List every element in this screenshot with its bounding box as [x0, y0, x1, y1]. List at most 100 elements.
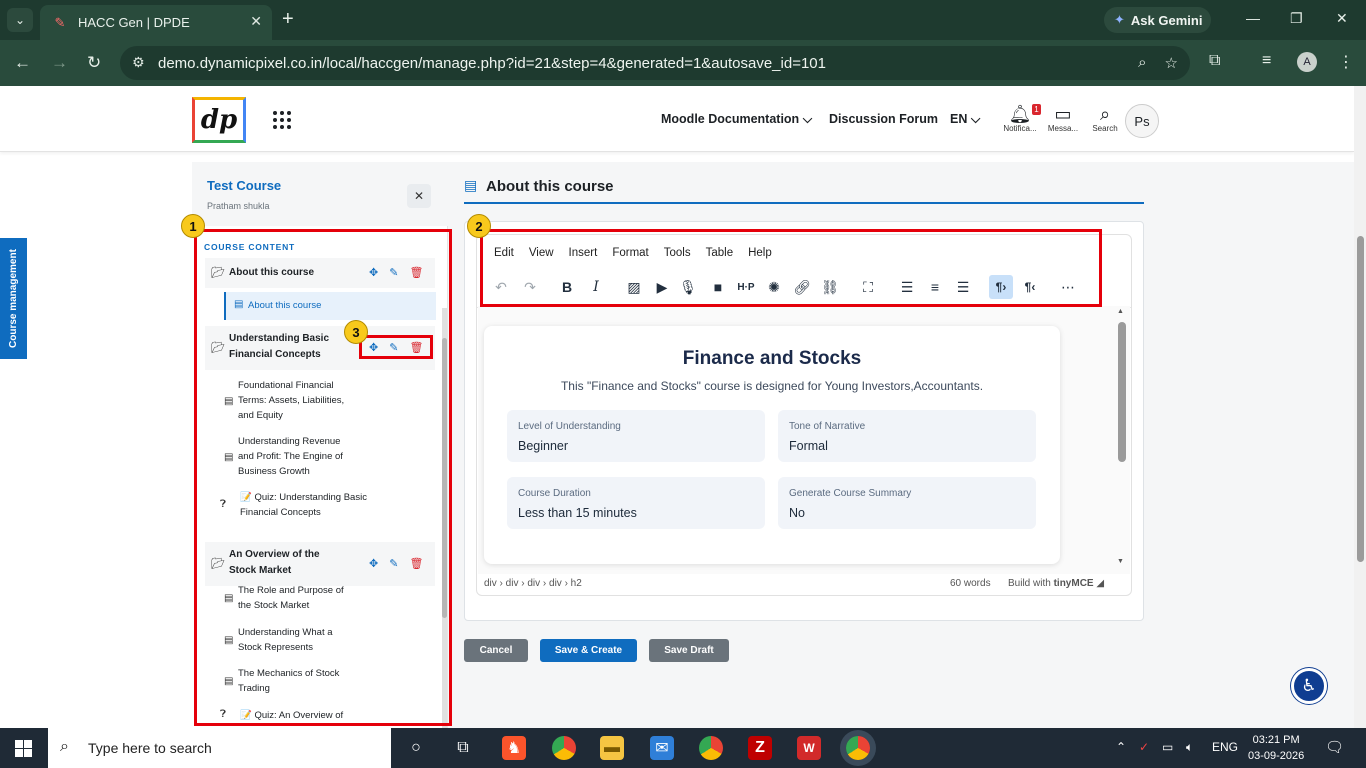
- field-value: Beginner: [518, 439, 569, 453]
- brave-browser-icon[interactable]: ♞: [502, 736, 526, 760]
- accessibility-icon: ♿︎: [1301, 676, 1317, 695]
- minimize-icon[interactable]: —: [1246, 10, 1260, 26]
- reload-icon[interactable]: ↻: [87, 53, 101, 73]
- field-label: Course Duration: [518, 488, 591, 499]
- messages-label: Messa...: [1047, 124, 1079, 133]
- chevron-down-icon: ⌵: [802, 112, 813, 126]
- window-close-icon[interactable]: ✕: [1336, 10, 1348, 27]
- annotation-badge-3: 3: [344, 320, 368, 344]
- chrome-active-icon[interactable]: [846, 736, 870, 760]
- tab-title: HACC Gen | DPDE: [78, 15, 190, 30]
- document-icon: ▤: [464, 177, 478, 193]
- chrome-icon[interactable]: [552, 736, 576, 760]
- wps-office-icon[interactable]: W: [797, 736, 821, 760]
- browser-address-bar: ← → ↻ ⚙ demo.dynamicpixel.co.in/local/ha…: [0, 40, 1366, 86]
- ask-gemini-button[interactable]: ✦ Ask Gemini: [1104, 7, 1211, 33]
- nav-discussion-forum[interactable]: Discussion Forum: [829, 112, 938, 126]
- field-value: Formal: [789, 439, 828, 453]
- system-clock[interactable]: 03:21 PM 03-09-2026: [1248, 732, 1304, 764]
- url-field[interactable]: ⚙ demo.dynamicpixel.co.in/local/haccgen/…: [120, 46, 1190, 80]
- resize-handle-icon[interactable]: ◢: [1096, 578, 1104, 589]
- scroll-down-icon[interactable]: ▼: [1117, 558, 1124, 565]
- new-tab-button[interactable]: +: [282, 8, 294, 30]
- browser-menu-icon[interactable]: ⋮: [1338, 52, 1354, 72]
- cortana-icon[interactable]: ○: [404, 736, 428, 760]
- field-value: No: [789, 506, 805, 520]
- clock-time: 03:21 PM: [1252, 734, 1300, 746]
- search-icon: ⌕: [60, 738, 69, 755]
- close-icon: ✕: [413, 189, 425, 203]
- messages-button[interactable]: ▭ Messa...: [1041, 104, 1085, 133]
- site-logo[interactable]: dp: [192, 97, 246, 143]
- language-indicator[interactable]: ENG: [1212, 740, 1238, 754]
- field-generate-course-summary: Generate Course Summary No: [778, 477, 1036, 529]
- url-text: demo.dynamicpixel.co.in/local/haccgen/ma…: [158, 54, 826, 72]
- save-and-create-button[interactable]: Save & Create: [540, 639, 637, 662]
- windows-taskbar: ⌕ Type here to search ○ ⧉ ♞ ▬ ✉ Z W ⌃ ✓ …: [0, 728, 1366, 768]
- field-value: Less than 15 minutes: [518, 506, 637, 520]
- back-arrow-icon[interactable]: ←: [14, 53, 31, 73]
- editor-scrollbar[interactable]: ▲ ▼: [1116, 308, 1128, 568]
- profile-avatar[interactable]: A: [1297, 52, 1317, 72]
- scroll-up-icon[interactable]: ▲: [1117, 308, 1124, 315]
- tinymce-logo[interactable]: tinyMCE: [1054, 578, 1094, 589]
- annotation-badge-2: 2: [467, 214, 491, 238]
- accessibility-button[interactable]: ♿︎: [1291, 668, 1327, 704]
- site-info-icon[interactable]: ⚙: [132, 54, 145, 71]
- close-drawer-button[interactable]: ✕: [407, 184, 431, 208]
- annotation-box-3: [359, 335, 433, 359]
- restore-icon[interactable]: ❐: [1290, 10, 1303, 27]
- extensions-icon[interactable]: ⧉: [1209, 52, 1220, 70]
- tab-search-button[interactable]: ⌄: [7, 8, 33, 32]
- page-scrollbar[interactable]: [1354, 86, 1366, 728]
- media-controls-icon[interactable]: ≡: [1262, 52, 1271, 70]
- task-view-icon[interactable]: ⧉: [451, 736, 475, 760]
- bookmark-star-icon[interactable]: ☆: [1165, 54, 1178, 72]
- chat-bubble-icon: ▭: [1054, 104, 1072, 124]
- notification-count-badge: 1: [1032, 104, 1041, 115]
- tab-close-icon[interactable]: ✕: [250, 13, 262, 30]
- taskbar-search-input[interactable]: ⌕ Type here to search: [48, 728, 391, 768]
- annotation-badge-1: 1: [181, 214, 205, 238]
- cancel-button[interactable]: Cancel: [464, 639, 528, 662]
- save-draft-button[interactable]: Save Draft: [649, 639, 729, 662]
- search-button[interactable]: ⌕ Search: [1083, 104, 1127, 133]
- summary-title: Finance and Stocks: [682, 348, 862, 369]
- chrome-profile-icon[interactable]: [699, 736, 723, 760]
- mail-icon[interactable]: ✉: [650, 736, 674, 760]
- file-explorer-icon[interactable]: ▬: [600, 736, 624, 760]
- drawer-header: Test Course Pratham shukla ✕: [192, 162, 448, 226]
- tray-overflow-icon[interactable]: ⌃: [1116, 740, 1126, 754]
- field-label: Generate Course Summary: [789, 488, 912, 499]
- browser-tab[interactable]: ✎ HACC Gen | DPDE ✕: [40, 5, 272, 40]
- ask-gemini-label: Ask Gemini: [1130, 12, 1203, 28]
- browser-tab-bar: ⌄ ✎ HACC Gen | DPDE ✕ + ✦ Ask Gemini — ❐…: [0, 0, 1366, 40]
- search-icon: ⌕: [1099, 104, 1111, 124]
- element-path[interactable]: div › div › div › div › h2: [484, 578, 582, 589]
- user-avatar[interactable]: Ps: [1125, 104, 1159, 138]
- course-management-tab[interactable]: Course management: [0, 238, 27, 359]
- nav-moodle-documentation[interactable]: Moodle Documentation ⌵: [661, 112, 812, 127]
- zoom-icon[interactable]: ⌕: [1138, 54, 1146, 72]
- annotation-box-1: [194, 229, 452, 726]
- field-course-duration: Course Duration Less than 15 minutes: [507, 477, 765, 529]
- notifications-label: Notifica...: [1003, 124, 1037, 133]
- annotation-box-2: [480, 229, 1102, 307]
- word-count[interactable]: 60 words: [950, 578, 991, 589]
- field-label: Level of Understanding: [518, 421, 621, 432]
- antivirus-tray-icon[interactable]: ✓: [1139, 740, 1149, 754]
- app-grid-icon[interactable]: [273, 111, 291, 129]
- page-heading: ▤ About this course: [464, 176, 1144, 204]
- volume-icon[interactable]: 🔈︎: [1186, 740, 1193, 755]
- course-title-link[interactable]: Test Course: [207, 178, 281, 193]
- gemini-sparkle-icon: ✦: [1114, 12, 1125, 27]
- web-page: dp Moodle Documentation ⌵ Discussion For…: [0, 86, 1354, 728]
- notification-center-icon[interactable]: 🗨︎: [1325, 738, 1344, 756]
- filezilla-icon[interactable]: Z: [748, 736, 772, 760]
- forward-arrow-icon[interactable]: →: [51, 53, 68, 73]
- network-icon[interactable]: ▭: [1162, 740, 1173, 754]
- nav-language-menu[interactable]: EN ⌵: [950, 112, 980, 127]
- clock-date: 03-09-2026: [1248, 750, 1305, 762]
- windows-start-icon[interactable]: [15, 740, 32, 757]
- taskbar-search-placeholder: Type here to search: [88, 740, 212, 756]
